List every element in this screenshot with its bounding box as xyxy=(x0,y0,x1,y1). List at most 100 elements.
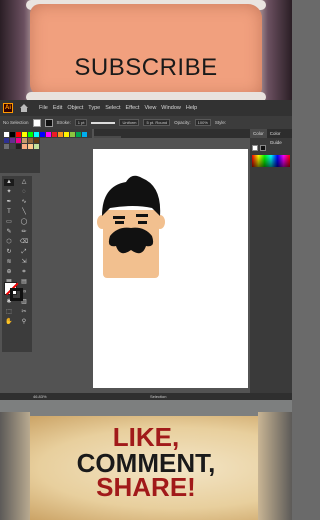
selection-status: No Selection xyxy=(3,120,29,125)
color-swatch[interactable] xyxy=(40,132,45,137)
home-icon[interactable] xyxy=(19,103,29,113)
shaper-icon[interactable]: ⬡ xyxy=(4,239,14,246)
color-swatch[interactable] xyxy=(10,138,15,143)
free-transform-icon[interactable]: ⇲ xyxy=(19,259,29,266)
rotate-icon[interactable]: ↻ xyxy=(4,249,14,256)
scale-icon[interactable]: ⤢ xyxy=(19,249,29,256)
menu-file[interactable]: File xyxy=(39,105,48,111)
color-swatch[interactable] xyxy=(16,138,21,143)
panel-stroke-swatch[interactable] xyxy=(260,145,266,151)
curvature-icon[interactable]: ∿ xyxy=(19,199,29,206)
stroke-profile-preview xyxy=(91,121,116,124)
color-swatch[interactable] xyxy=(64,132,69,137)
subscribe-paper xyxy=(30,4,262,96)
color-swatch[interactable] xyxy=(10,132,15,137)
stroke-label: Stroke: xyxy=(56,120,71,125)
character-ear-right xyxy=(155,215,165,229)
magic-wand-icon[interactable]: ✦ xyxy=(4,189,14,196)
illustrator-window: Ai File Edit Object Type Select Effect V… xyxy=(0,100,292,400)
fill-stroke-indicator[interactable] xyxy=(4,282,24,302)
subscribe-text: SUBSCRIBE xyxy=(74,54,218,81)
color-spectrum[interactable] xyxy=(252,155,290,167)
fill-swatch[interactable] xyxy=(32,118,41,127)
color-swatch[interactable] xyxy=(76,132,81,137)
color-panel-tabs: Color Color Guide xyxy=(250,129,292,145)
color-swatch[interactable] xyxy=(4,144,9,149)
color-swatch[interactable] xyxy=(4,138,9,143)
menu-type[interactable]: Type xyxy=(88,105,100,111)
color-swatch[interactable] xyxy=(16,144,21,149)
eraser-icon[interactable]: ⌫ xyxy=(19,239,29,246)
character-eye-left xyxy=(115,221,124,224)
lasso-icon[interactable]: ◌ xyxy=(19,189,29,196)
menu-items: File Edit Object Type Select Effect View… xyxy=(39,105,197,111)
artboard-icon[interactable]: ⬚ xyxy=(4,309,14,316)
panel-fill-swatch[interactable] xyxy=(252,145,258,151)
menu-select[interactable]: Select xyxy=(105,105,120,111)
tab-color[interactable]: Color xyxy=(250,129,267,138)
menu-object[interactable]: Object xyxy=(67,105,83,111)
color-swatch[interactable] xyxy=(4,132,9,137)
control-bar: No Selection Stroke: 1 pt Uniform 5 pt. … xyxy=(0,116,292,129)
color-swatch[interactable] xyxy=(34,132,39,137)
color-swatch[interactable] xyxy=(28,138,33,143)
width-icon[interactable]: ≋ xyxy=(4,259,14,266)
ellipse-icon[interactable]: ◯ xyxy=(19,219,29,226)
bottom-banner: LIKE, COMMENT, SHARE! xyxy=(0,400,292,520)
color-swatch[interactable] xyxy=(22,144,27,149)
menu-help[interactable]: Help xyxy=(186,105,197,111)
status-bar: 46.83% Selection xyxy=(0,393,292,400)
stroke-weight-field[interactable]: 1 pt xyxy=(74,119,88,126)
pen-icon[interactable]: ✒ xyxy=(4,199,14,206)
menu-view[interactable]: View xyxy=(144,105,156,111)
cta-share: SHARE! xyxy=(96,472,196,502)
color-swatch[interactable] xyxy=(16,132,21,137)
tools-panel: ▲△✦◌✒∿T╲▭◯✎✏⬡⌫↻⤢≋⇲⊕⌗▦▤⊘∞✱▥⬚✂✋⚲ xyxy=(2,176,32,352)
color-swatch[interactable] xyxy=(82,132,87,137)
opacity-field[interactable]: 100% xyxy=(194,119,211,126)
color-swatch[interactable] xyxy=(70,132,75,137)
current-tool-status: Selection xyxy=(150,394,167,399)
color-swatch[interactable] xyxy=(22,138,27,143)
color-swatch[interactable] xyxy=(58,132,63,137)
line-icon[interactable]: ╲ xyxy=(19,209,29,216)
type-icon[interactable]: T xyxy=(4,209,14,216)
brush-select[interactable]: 5 pt. Round xyxy=(143,119,171,126)
style-label: Style: xyxy=(214,120,227,125)
document-tab-bar: (Preview) xyxy=(94,129,250,145)
menu-edit[interactable]: Edit xyxy=(53,105,62,111)
rectangle-icon[interactable]: ▭ xyxy=(4,219,14,226)
paintbrush-icon[interactable]: ✎ xyxy=(4,229,14,236)
paper-edge-bottom xyxy=(26,92,266,100)
opacity-label: Opacity: xyxy=(174,120,191,125)
tab-color-guide[interactable]: Color Guide xyxy=(267,129,292,145)
color-swatch[interactable] xyxy=(34,138,39,143)
stroke-profile-select[interactable]: Uniform xyxy=(119,119,140,126)
color-swatch[interactable] xyxy=(52,132,57,137)
zoom-icon[interactable]: ⚲ xyxy=(19,319,29,326)
color-panel: Color Color Guide xyxy=(250,129,292,399)
top-banner: SUBSCRIBE xyxy=(0,0,292,100)
character-ear-left xyxy=(97,215,107,229)
color-swatch[interactable] xyxy=(10,144,15,149)
selection-icon[interactable]: ▲ xyxy=(4,179,14,186)
stroke-swatch[interactable] xyxy=(44,118,53,127)
hand-icon[interactable]: ✋ xyxy=(4,319,14,326)
character-illustration[interactable] xyxy=(96,172,166,282)
color-swatch[interactable] xyxy=(46,132,51,137)
color-swatch[interactable] xyxy=(34,144,39,149)
color-swatch[interactable] xyxy=(28,144,33,149)
pencil-icon[interactable]: ✏ xyxy=(19,229,29,236)
menu-window[interactable]: Window xyxy=(161,105,181,111)
shape-builder-icon[interactable]: ⊕ xyxy=(4,269,14,276)
zoom-level[interactable]: 46.83% xyxy=(33,394,47,399)
color-swatch[interactable] xyxy=(28,132,33,137)
app-logo: Ai xyxy=(3,103,13,113)
stroke-box-icon[interactable] xyxy=(10,288,23,301)
slice-icon[interactable]: ✂ xyxy=(19,309,29,316)
character-hair[interactable] xyxy=(102,175,161,216)
direct-selection-icon[interactable]: △ xyxy=(19,179,29,186)
menu-effect[interactable]: Effect xyxy=(126,105,140,111)
perspective-icon[interactable]: ⌗ xyxy=(19,269,29,276)
color-swatch[interactable] xyxy=(22,132,27,137)
